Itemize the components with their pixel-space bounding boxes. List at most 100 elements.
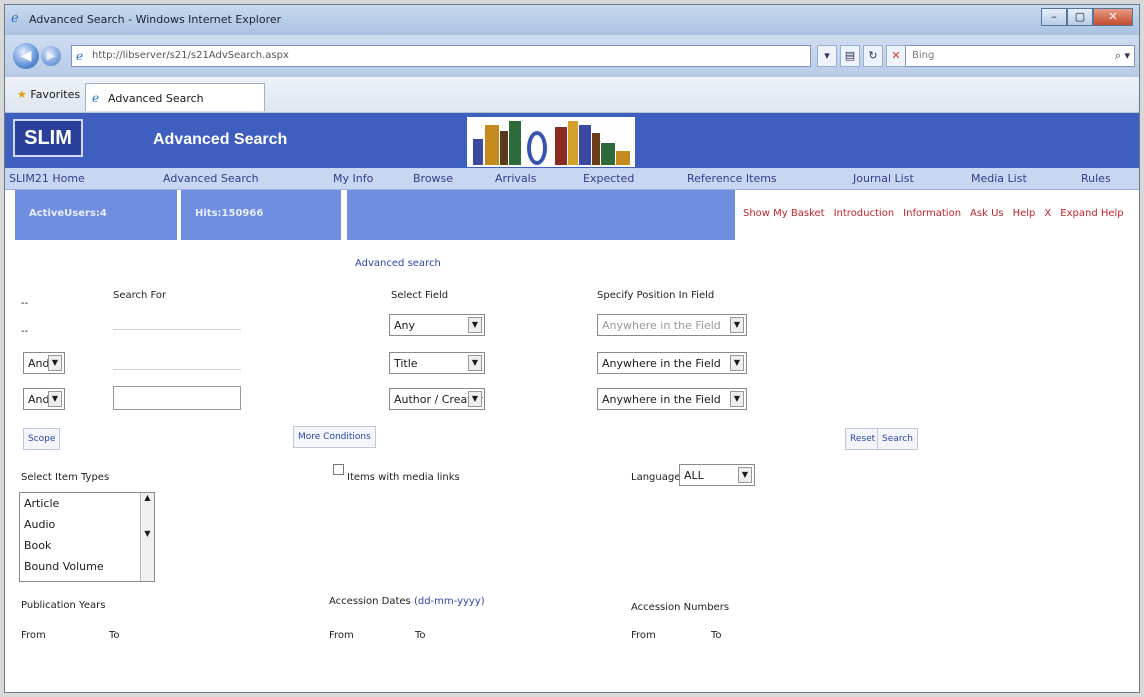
introduction-link[interactable]: Introduction xyxy=(834,208,895,219)
field-select-2-value: Title xyxy=(394,357,418,370)
item-type-option[interactable]: Bound Volume xyxy=(20,556,154,577)
listbox-scrollbar[interactable]: ▲ ▼ xyxy=(140,493,154,581)
menu-advanced-search[interactable]: Advanced Search xyxy=(163,172,259,185)
web-search-box[interactable]: Bing ⌕ ▾ xyxy=(905,45,1135,67)
position-label: Specify Position In Field xyxy=(597,290,715,301)
more-conditions-button[interactable]: More Conditions xyxy=(293,426,376,448)
tab-title: Advanced Search xyxy=(108,92,204,105)
language-select-value: ALL xyxy=(684,469,704,482)
address-bar[interactable]: ℯ http://libserver/s21/s21AdvSearch.aspx xyxy=(71,45,811,67)
close-window-button[interactable]: ✕ xyxy=(1093,8,1133,26)
maximize-button[interactable]: ▢ xyxy=(1067,8,1093,26)
active-users-cell: ActiveUsers:4 xyxy=(15,190,177,240)
search-icon[interactable]: ⌕ ▾ xyxy=(1115,49,1130,63)
site-banner: SLIM Advanced Search xyxy=(5,113,1139,168)
position-select-1-value: Anywhere in the Field xyxy=(602,319,721,332)
compat-view-icon[interactable]: ▤ xyxy=(840,45,860,67)
accession-dates-text: Accession Dates xyxy=(329,596,411,607)
chevron-down-icon: ▼ xyxy=(468,391,482,407)
accession-numbers-label: Accession Numbers xyxy=(631,602,730,613)
menu-journal-list[interactable]: Journal List xyxy=(853,172,914,185)
hits-cell: Hits:150966 xyxy=(181,190,341,240)
search-for-label: Search For xyxy=(113,290,167,301)
search-term-1-input[interactable] xyxy=(113,306,241,330)
page-content: SLIM Advanced Search SLIM21 Home Advance… xyxy=(5,113,1139,692)
menu-reference-items[interactable]: Reference Items xyxy=(687,172,777,185)
position-select-2-value: Anywhere in the Field xyxy=(602,357,721,370)
back-button[interactable]: ◀ xyxy=(13,43,39,69)
status-spacer xyxy=(347,190,735,240)
chevron-down-icon: ▼ xyxy=(468,355,482,371)
forward-button[interactable]: ▶ xyxy=(41,46,61,66)
expand-help-link[interactable]: Expand Help xyxy=(1060,208,1123,219)
slim-logo[interactable]: SLIM xyxy=(13,119,83,157)
menu-media-list[interactable]: Media List xyxy=(971,172,1027,185)
minimize-button[interactable]: – xyxy=(1041,8,1067,26)
acc-dates-to-label: To xyxy=(415,630,426,641)
search-button[interactable]: Search xyxy=(877,428,918,450)
position-select-1[interactable]: Anywhere in the Field ▼ xyxy=(597,314,747,336)
menu-my-info[interactable]: My Info xyxy=(333,172,373,185)
web-search-placeholder: Bing xyxy=(912,50,935,61)
acc-numbers-from-label: From xyxy=(631,630,656,641)
tab-page-icon: ℯ xyxy=(92,91,100,105)
search-term-3-input[interactable] xyxy=(113,386,241,410)
address-row: ◀ ▶ ℯ http://libserver/s21/s21AdvSearch.… xyxy=(5,35,1139,77)
language-select[interactable]: ALL ▼ xyxy=(679,464,755,486)
favorites-button[interactable]: ★ Favorites xyxy=(17,88,80,101)
acc-dates-from-label: From xyxy=(329,630,354,641)
address-url: http://libserver/s21/s21AdvSearch.aspx xyxy=(92,50,289,61)
page-icon: ℯ xyxy=(76,49,84,63)
item-type-option[interactable]: Article xyxy=(20,493,154,514)
title-bar: ℯ Advanced Search - Windows Internet Exp… xyxy=(5,5,1139,35)
ask-us-link[interactable]: Ask Us xyxy=(970,208,1004,219)
main-menu: SLIM21 Home Advanced Search My Info Brow… xyxy=(5,168,1139,190)
dropdown-arrow-icon[interactable]: ▾ xyxy=(817,45,837,67)
help-link[interactable]: Help xyxy=(1013,208,1036,219)
scope-button[interactable]: Scope xyxy=(23,428,61,450)
item-type-option[interactable]: Book xyxy=(20,535,154,556)
window-title: Advanced Search - Windows Internet Explo… xyxy=(29,13,282,26)
media-links-checkbox[interactable] xyxy=(333,464,344,475)
address-tools: ▾ ▤ ↻ ✕ xyxy=(817,45,906,67)
browser-tab[interactable]: ℯ Advanced Search xyxy=(85,83,265,111)
operator-select-2[interactable]: And ▼ xyxy=(23,352,65,374)
field-select-1[interactable]: Any ▼ xyxy=(389,314,485,336)
advanced-search-form: Advanced search Search For Select Field … xyxy=(5,240,1139,692)
active-users: ActiveUsers:4 xyxy=(29,208,107,219)
close-help-link[interactable]: X xyxy=(1044,208,1051,219)
menu-browse[interactable]: Browse xyxy=(413,172,453,185)
chevron-down-icon: ▼ xyxy=(738,467,752,483)
dash-marker: -- xyxy=(21,326,29,337)
item-type-option[interactable]: Audio xyxy=(20,514,154,535)
menu-slim21-home[interactable]: SLIM21 Home xyxy=(9,172,85,185)
stop-button[interactable]: ✕ xyxy=(886,45,906,67)
position-select-2[interactable]: Anywhere in the Field ▼ xyxy=(597,352,747,374)
hits-count: Hits:150966 xyxy=(195,208,264,219)
position-select-3-value: Anywhere in the Field xyxy=(602,393,721,406)
window-controls: – ▢ ✕ xyxy=(1041,8,1133,26)
operator-select-3[interactable]: And ▼ xyxy=(23,388,65,410)
show-my-basket-link[interactable]: Show My Basket xyxy=(743,208,825,219)
browser-window: ℯ Advanced Search - Windows Internet Exp… xyxy=(4,4,1140,693)
field-select-3[interactable]: Author / Creator ▼ xyxy=(389,388,485,410)
ie-logo-icon: ℯ xyxy=(11,11,19,26)
search-term-2-input[interactable] xyxy=(113,346,241,370)
position-select-3[interactable]: Anywhere in the Field ▼ xyxy=(597,388,747,410)
advanced-search-heading-link[interactable]: Advanced search xyxy=(355,258,441,269)
operator-select-2-value: And xyxy=(28,357,50,370)
chevron-down-icon: ▼ xyxy=(730,355,744,371)
menu-rules[interactable]: Rules xyxy=(1081,172,1111,185)
field-select-2[interactable]: Title ▼ xyxy=(389,352,485,374)
acc-numbers-to-label: To xyxy=(711,630,722,641)
item-types-listbox[interactable]: Article Audio Book Bound Volume ▲ ▼ xyxy=(19,492,155,582)
operator-select-3-value: And xyxy=(28,393,50,406)
menu-arrivals[interactable]: Arrivals xyxy=(495,172,536,185)
menu-expected[interactable]: Expected xyxy=(583,172,634,185)
page-title: Advanced Search xyxy=(153,131,288,148)
refresh-button[interactable]: ↻ xyxy=(863,45,883,67)
field-select-1-value: Any xyxy=(394,319,416,332)
information-link[interactable]: Information xyxy=(903,208,961,219)
reset-button[interactable]: Reset xyxy=(845,428,881,450)
accession-dates-format: (dd-mm-yyyy) xyxy=(413,596,485,607)
